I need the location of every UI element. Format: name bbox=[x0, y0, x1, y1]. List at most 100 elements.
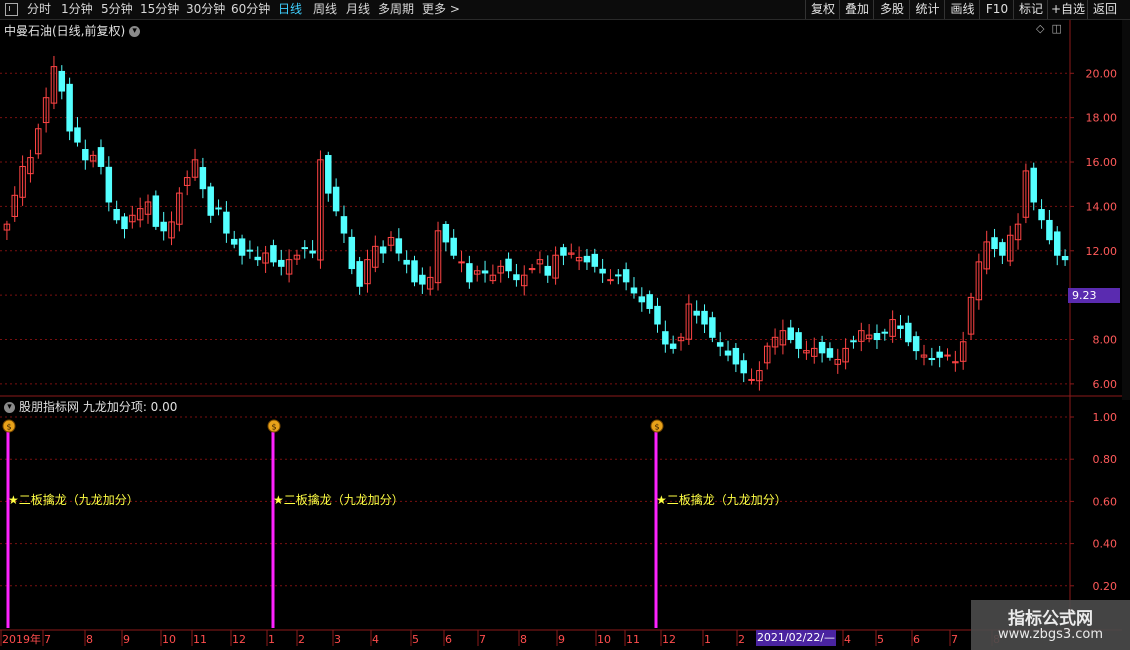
x-axis-label: 6 bbox=[445, 633, 452, 646]
y-tick-label: 8.00 bbox=[1093, 334, 1118, 347]
x-axis-label: 8 bbox=[520, 633, 527, 646]
indicator-title-text: 股朋指标网 九龙加分项: 0.00 bbox=[19, 400, 178, 414]
x-axis-label: 4 bbox=[372, 633, 379, 646]
x-axis-label: 5 bbox=[412, 633, 419, 646]
candle-body bbox=[944, 354, 951, 357]
x-axis-label: 1 bbox=[704, 633, 711, 646]
candle-body bbox=[928, 358, 936, 361]
candle-body bbox=[638, 296, 646, 303]
candle-body bbox=[160, 221, 167, 232]
x-axis-label: 7 bbox=[951, 633, 958, 646]
candle-body bbox=[419, 274, 426, 285]
candle-body bbox=[654, 305, 661, 325]
candle-body bbox=[709, 317, 716, 338]
candle-body bbox=[207, 186, 214, 216]
candle-body bbox=[583, 255, 591, 263]
stock-title-text: 中曼石油(日线,前复权) bbox=[4, 24, 126, 38]
candle-body bbox=[254, 256, 261, 261]
x-axis-label: 11 bbox=[193, 633, 207, 646]
candle-body bbox=[646, 294, 653, 309]
candle-body bbox=[340, 216, 348, 234]
x-axis-label: 2019年 bbox=[2, 632, 41, 646]
diamond-icon[interactable]: ◇ bbox=[1036, 22, 1044, 35]
chevron-down-icon[interactable]: ▾ bbox=[129, 26, 141, 37]
candle-body bbox=[724, 350, 732, 356]
chart-option-icons: ◇ ◫ bbox=[1036, 22, 1062, 35]
candle-body bbox=[701, 310, 708, 325]
candle-body bbox=[403, 259, 410, 265]
candle-body bbox=[912, 336, 920, 352]
candle-body bbox=[693, 310, 700, 316]
candle-body bbox=[748, 378, 755, 381]
candle-body bbox=[1038, 209, 1045, 221]
x-axis-label: 4 bbox=[844, 633, 851, 646]
candle-body bbox=[897, 325, 904, 329]
x-axis-label: 12 bbox=[662, 633, 676, 646]
panel-icon[interactable]: ◫ bbox=[1051, 22, 1061, 35]
watermark-url: www.zbgs3.com bbox=[997, 627, 1104, 642]
candle-body bbox=[121, 216, 128, 230]
candle-body bbox=[630, 287, 638, 294]
money-bag-glyph: $ bbox=[6, 423, 11, 432]
candle-body bbox=[66, 83, 73, 132]
current-price-tag: 9.23 bbox=[1068, 288, 1120, 303]
indicator-tick-label: 1.00 bbox=[1093, 411, 1118, 424]
indicator-tick-label: 0.80 bbox=[1093, 453, 1118, 466]
candle-body bbox=[544, 265, 552, 276]
candle-body bbox=[818, 341, 826, 354]
x-axis-label: 1 bbox=[268, 633, 275, 646]
x-axis-label: 8 bbox=[86, 633, 93, 646]
candle-body bbox=[82, 149, 89, 161]
signal-label: ★二板擒龙（九龙加分） bbox=[8, 492, 139, 507]
candle-body bbox=[411, 260, 418, 283]
candle-body bbox=[270, 245, 277, 263]
candle-body bbox=[599, 268, 606, 274]
watermark: 指标公式网 www.zbgs3.com bbox=[971, 600, 1130, 650]
candle-body bbox=[246, 249, 254, 252]
candle-body bbox=[662, 331, 669, 345]
signal-label: ★二板擒龙（九龙加分） bbox=[273, 492, 404, 507]
candle-body bbox=[936, 351, 943, 358]
x-axis-label: 7 bbox=[479, 633, 486, 646]
y-tick-label: 14.00 bbox=[1086, 200, 1118, 213]
candle-body bbox=[505, 258, 512, 272]
candle-body bbox=[379, 246, 387, 254]
y-tick-label: 16.00 bbox=[1086, 156, 1118, 169]
candle-body bbox=[481, 270, 489, 274]
indicator-title: ▾ 股朋指标网 九龙加分项: 0.00 bbox=[4, 398, 177, 415]
x-axis-label: 10 bbox=[162, 633, 176, 646]
kline-chart[interactable]: 20.0018.0016.0014.0012.0010.008.006.001.… bbox=[0, 0, 1130, 650]
candle-body bbox=[826, 348, 834, 358]
candle-body bbox=[607, 279, 614, 282]
candle-body bbox=[458, 261, 465, 264]
indicator-tick-label: 0.20 bbox=[1093, 580, 1118, 593]
chevron-down-icon[interactable]: ▾ bbox=[4, 402, 15, 413]
candle-body bbox=[905, 322, 912, 343]
y-tick-label: 6.00 bbox=[1093, 378, 1118, 391]
x-axis-label: 9 bbox=[123, 633, 130, 646]
candle-body bbox=[466, 263, 473, 283]
candle-body bbox=[881, 331, 889, 334]
candle-body bbox=[732, 347, 740, 365]
candle-body bbox=[850, 340, 857, 343]
candle-body bbox=[795, 332, 802, 349]
candle-body bbox=[1061, 255, 1069, 261]
candle-body bbox=[309, 250, 316, 254]
candle-body bbox=[991, 237, 998, 250]
x-axis-label: 6 bbox=[913, 633, 920, 646]
y-tick-label: 20.00 bbox=[1086, 67, 1118, 80]
candle-body bbox=[395, 238, 403, 254]
candle-body bbox=[105, 166, 113, 203]
candle-body bbox=[716, 342, 724, 347]
x-axis-label: 11 bbox=[626, 633, 640, 646]
candle-body bbox=[442, 223, 450, 243]
candle-body bbox=[1046, 219, 1053, 241]
candle-body bbox=[1053, 231, 1061, 256]
indicator-tick-label: 0.60 bbox=[1093, 495, 1118, 508]
candle-body bbox=[450, 237, 457, 256]
candle-body bbox=[787, 327, 794, 341]
candle-body bbox=[74, 127, 81, 143]
x-axis-label: 9 bbox=[558, 633, 565, 646]
candle-body bbox=[615, 274, 622, 277]
x-axis-label: 5 bbox=[877, 633, 884, 646]
